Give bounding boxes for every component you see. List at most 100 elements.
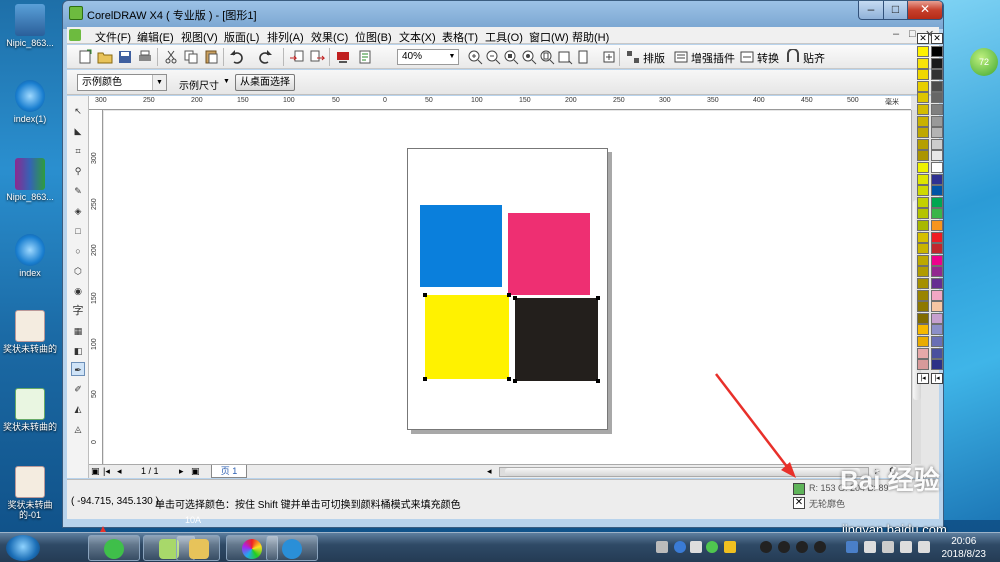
selection-node[interactable] <box>423 293 427 297</box>
palette-swatch[interactable] <box>917 80 929 92</box>
palette-swatch[interactable] <box>917 336 929 347</box>
palette-swatch[interactable] <box>917 92 929 104</box>
selection-node[interactable] <box>513 296 517 300</box>
palette-swatch[interactable] <box>931 173 943 185</box>
palette-swatch[interactable] <box>931 312 943 324</box>
interactive-blend-tool-icon[interactable]: ◧ <box>71 344 85 358</box>
palette-swatch[interactable] <box>917 231 929 243</box>
palette-swatch[interactable] <box>931 162 943 173</box>
qq-icon[interactable] <box>814 541 826 553</box>
palette-swatch[interactable] <box>917 208 929 220</box>
rectangle-tool-icon[interactable]: □ <box>71 224 85 238</box>
help-icon[interactable] <box>674 541 686 553</box>
palette-swatch[interactable] <box>931 278 943 289</box>
desktop-icon-index[interactable]: index <box>2 234 58 278</box>
system-clock[interactable]: 20:06 2018/8/23 <box>942 535 987 561</box>
outline-color-indicator[interactable]: ✕ <box>793 497 805 509</box>
page-tab[interactable]: 页 1 <box>211 465 247 478</box>
network-icon[interactable] <box>846 541 858 553</box>
palette-swatch[interactable] <box>931 196 943 208</box>
palette-swatch[interactable] <box>917 127 929 139</box>
scroll-left-icon[interactable]: ◂ <box>487 466 492 477</box>
black-square[interactable] <box>515 298 598 381</box>
freehand-tool-icon[interactable]: ✎ <box>71 184 85 198</box>
selection-node[interactable] <box>507 377 511 381</box>
cut-icon[interactable] <box>163 49 179 65</box>
palette-swatch[interactable] <box>931 138 943 150</box>
menu-tools[interactable]: 工具(O) <box>485 29 523 45</box>
menu-arrange[interactable]: 排列(A) <box>267 29 304 45</box>
plugins-button[interactable]: 增强插件 <box>691 50 735 66</box>
palette-swatch[interactable] <box>931 69 943 81</box>
zoom-all-icon[interactable] <box>521 49 537 65</box>
palette-swatch[interactable] <box>917 138 929 150</box>
maximize-button[interactable]: □ <box>883 1 908 20</box>
open-icon[interactable] <box>97 49 113 65</box>
selection-node[interactable] <box>596 379 600 383</box>
palette-swatch[interactable] <box>931 46 943 57</box>
shape-tool-icon[interactable]: ◣ <box>71 124 85 138</box>
pick-tool-icon[interactable]: ↖ <box>71 104 85 118</box>
selection-node[interactable] <box>596 296 600 300</box>
zoom-out-icon[interactable] <box>485 49 501 65</box>
palette-swatch[interactable] <box>917 266 929 278</box>
start-button[interactable] <box>6 535 40 561</box>
title-bar[interactable]: CorelDRAW X4 ( 专业版 ) - [图形1] – □ ✕ <box>63 1 943 25</box>
zoom-page-height-icon[interactable] <box>575 49 591 65</box>
palette-swatch[interactable] <box>917 359 929 371</box>
palette-swatch[interactable] <box>917 115 929 127</box>
palette-swatch[interactable] <box>931 185 943 197</box>
select-from-desktop-button[interactable]: 从桌面选择 <box>235 74 295 91</box>
drawing-canvas[interactable] <box>104 111 911 464</box>
palette-swatch[interactable] <box>917 254 929 266</box>
palette-swatch[interactable] <box>931 243 943 255</box>
doc-restore-button[interactable]: □ <box>909 28 916 40</box>
interactive-fill-tool-icon[interactable]: ◬ <box>71 422 85 436</box>
paste-icon[interactable] <box>203 49 219 65</box>
desktop-icon-certificate-1[interactable]: 奖状未转曲的 <box>2 310 58 354</box>
zoom-page-icon[interactable] <box>539 49 555 65</box>
palette-swatch[interactable] <box>931 324 943 336</box>
desktop-icon-certificate-3[interactable]: 奖状未转曲的-01 <box>2 466 58 520</box>
palette-swatch[interactable] <box>917 289 929 301</box>
palette-swatch[interactable] <box>917 46 929 57</box>
doc-minimize-button[interactable]: – <box>893 28 899 40</box>
menu-view[interactable]: 视图(V) <box>181 29 218 45</box>
palette-swatch[interactable] <box>917 173 929 185</box>
zoom-selected-icon[interactable] <box>503 49 519 65</box>
prev-page-icon[interactable]: ◂ <box>117 466 122 477</box>
selection-node[interactable] <box>507 293 511 297</box>
basic-shapes-tool-icon[interactable]: ◉ <box>71 284 85 298</box>
desktop-icon-certificate-2[interactable]: 奖状未转曲的 <box>2 388 58 432</box>
selection-node[interactable] <box>513 379 517 383</box>
eyedropper-tool-icon[interactable]: ✒ <box>71 362 85 376</box>
menu-layout[interactable]: 版面(L) <box>224 29 259 45</box>
crop-tool-icon[interactable]: ⌗ <box>71 144 85 158</box>
palette-swatch[interactable] <box>917 69 929 81</box>
menu-window[interactable]: 窗口(W) <box>529 29 569 45</box>
signal-icon[interactable] <box>900 541 912 553</box>
palette-swatch[interactable] <box>931 104 943 115</box>
first-page-icon[interactable]: |◂ <box>103 466 110 477</box>
fill-tool-icon[interactable]: ◭ <box>71 402 85 416</box>
desktop-gadget[interactable]: 72 <box>970 48 998 76</box>
palette-swatch[interactable] <box>931 57 943 69</box>
qq-icon[interactable] <box>760 541 772 553</box>
welcome-screen-icon[interactable] <box>357 49 373 65</box>
no-color-swatch[interactable]: ✕ <box>917 33 929 44</box>
palette-swatch[interactable] <box>917 312 929 324</box>
palette-swatch[interactable] <box>917 347 929 359</box>
import-icon[interactable] <box>289 49 305 65</box>
export-icon[interactable] <box>309 49 326 65</box>
application-launcher-icon[interactable] <box>335 49 351 65</box>
polygon-tool-icon[interactable]: ⬡ <box>71 264 85 278</box>
close-button[interactable]: ✕ <box>907 1 943 20</box>
arrange-button[interactable]: 排版 <box>643 50 665 66</box>
palette-swatch[interactable] <box>917 150 929 162</box>
volume-icon[interactable] <box>918 541 930 553</box>
desktop-icon-index1[interactable]: index(1) <box>2 80 58 124</box>
horizontal-scrollbar[interactable] <box>499 467 869 477</box>
sample-size-select[interactable]: 示例尺寸 <box>179 77 219 92</box>
page-options-icon[interactable]: ▣ <box>91 466 100 477</box>
palette-swatch[interactable] <box>917 278 929 289</box>
